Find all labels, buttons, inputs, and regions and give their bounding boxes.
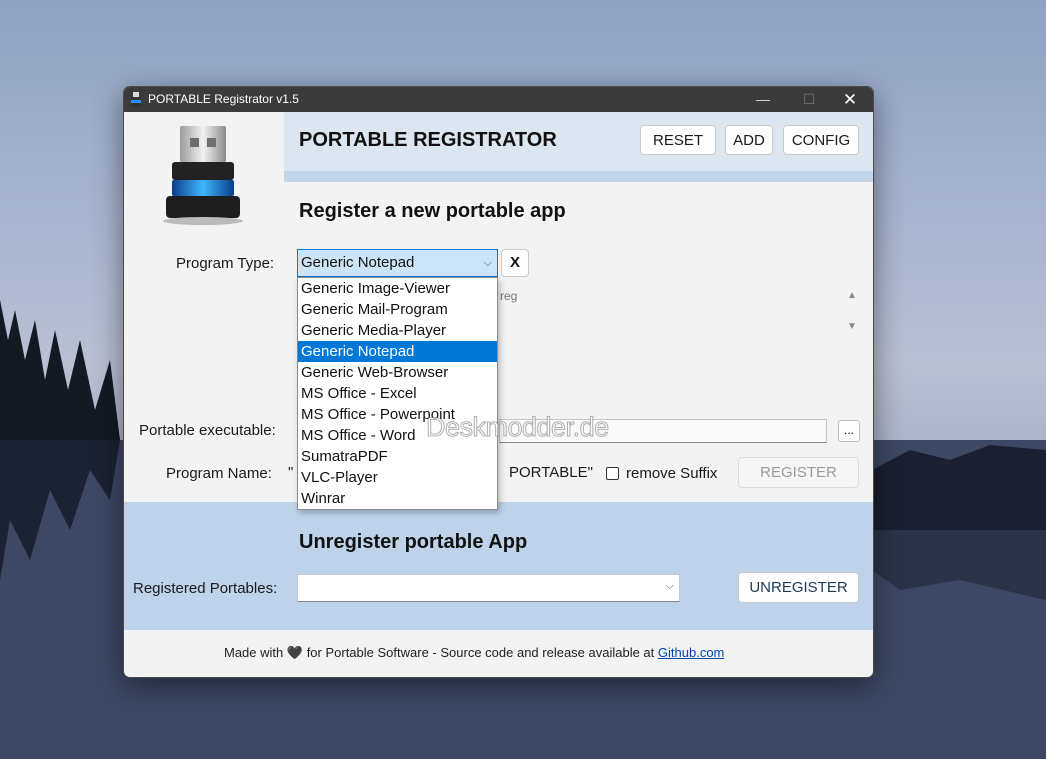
- app-window: PORTABLE Registrator v1.5 — ☐ ✕ PORTABLE…: [123, 86, 874, 678]
- config-button[interactable]: CONFIG: [783, 125, 859, 155]
- reset-button[interactable]: RESET: [640, 125, 716, 155]
- app-title: PORTABLE REGISTRATOR: [299, 129, 557, 151]
- remove-suffix-label[interactable]: remove Suffix: [626, 465, 717, 482]
- register-section-title: Register a new portable app: [299, 200, 566, 222]
- dropdown-option[interactable]: Generic Media-Player: [298, 320, 497, 341]
- register-button[interactable]: REGISTER: [738, 457, 859, 488]
- dropdown-option-selected[interactable]: Generic Notepad: [298, 341, 497, 362]
- heart-icon: 🖤: [286, 645, 304, 660]
- program-type-value: Generic Notepad: [301, 254, 415, 271]
- scroll-up-icon[interactable]: ▲: [847, 290, 857, 301]
- unregister-button[interactable]: UNREGISTER: [738, 572, 859, 603]
- program-name-quote: ": [288, 464, 294, 481]
- close-button[interactable]: ✕: [827, 87, 873, 112]
- footer-made-with: Made with: [224, 645, 284, 660]
- watermark: Deskmodder.de: [426, 412, 610, 443]
- registered-portables-select[interactable]: ⌵: [297, 574, 680, 602]
- dropdown-option[interactable]: Generic Web-Browser: [298, 362, 497, 383]
- chevron-down-icon: ⌵: [665, 580, 674, 592]
- footer-text: for Portable Software - Source code and …: [306, 645, 655, 660]
- maximize-button[interactable]: ☐: [786, 87, 832, 112]
- unregister-section-title: Unregister portable App: [299, 531, 528, 553]
- dropdown-option[interactable]: Generic Mail-Program: [298, 299, 497, 320]
- dropdown-option[interactable]: MS Office - Excel: [298, 383, 497, 404]
- remove-suffix-checkbox[interactable]: [606, 467, 619, 480]
- footer: Made with 🖤 for Portable Software - Sour…: [224, 645, 724, 661]
- window-title: PORTABLE Registrator v1.5: [148, 92, 299, 106]
- portable-suffix-text: PORTABLE": [509, 464, 593, 481]
- dropdown-option[interactable]: Winrar: [298, 488, 497, 509]
- minimize-button[interactable]: —: [740, 87, 786, 112]
- title-bar[interactable]: PORTABLE Registrator v1.5 — ☐ ✕: [124, 87, 873, 112]
- dropdown-option[interactable]: VLC-Player: [298, 467, 497, 488]
- browse-button[interactable]: ...: [838, 420, 860, 442]
- registered-portables-label: Registered Portables:: [133, 580, 278, 597]
- program-name-label: Program Name:: [166, 465, 272, 482]
- dropdown-option[interactable]: Generic Image-Viewer: [298, 278, 497, 299]
- scroll-down-icon[interactable]: ▼: [847, 321, 857, 332]
- program-type-label: Program Type:: [176, 255, 275, 272]
- clear-program-type-button[interactable]: X: [501, 249, 529, 277]
- portable-executable-label: Portable executable:: [139, 422, 276, 439]
- unregister-section: [124, 502, 873, 630]
- usb-logo-icon: [163, 126, 243, 225]
- chevron-down-icon: ⌵: [483, 257, 492, 269]
- program-type-select[interactable]: Generic Notepad ⌵: [297, 249, 498, 277]
- usb-drive-icon: [131, 92, 141, 107]
- header-stripe: [284, 171, 873, 182]
- add-button[interactable]: ADD: [725, 125, 773, 155]
- program-type-dropdown[interactable]: Generic Image-Viewer Generic Mail-Progra…: [297, 277, 498, 510]
- reg-file-text: reg: [500, 289, 518, 303]
- github-link[interactable]: Github.com: [658, 645, 724, 660]
- dropdown-option[interactable]: SumatraPDF: [298, 446, 497, 467]
